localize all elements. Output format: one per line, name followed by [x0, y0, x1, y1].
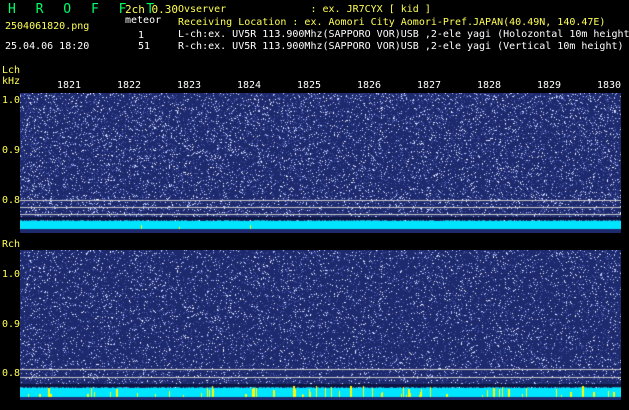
rch-spectrogram	[20, 250, 621, 400]
rch-ytick: 0.9	[2, 319, 21, 330]
time-tick: 1828	[477, 80, 502, 91]
time-tick: 1822	[117, 80, 142, 91]
time-tick: 1829	[537, 80, 562, 91]
lch-spectrogram-canvas	[20, 93, 621, 233]
lch-count: 1	[138, 30, 145, 41]
time-tick: 1821	[57, 80, 82, 91]
lch-channel-label: Lch	[2, 65, 21, 76]
lch-ytick: 1.0	[2, 95, 21, 106]
time-tick: 1827	[417, 80, 442, 91]
rch-ytick: 0.8	[2, 368, 21, 379]
lch-ytick: 0.9	[2, 145, 21, 156]
unit-label: kHz	[2, 76, 21, 87]
observer-info: Ovserver : ex. JR7CYX [ kid ]	[178, 4, 431, 15]
lch-ytick: 0.8	[2, 195, 21, 206]
time-tick: 1824	[237, 80, 262, 91]
rch-channel-label: Rch	[2, 239, 21, 250]
time-tick: 1830	[597, 80, 622, 91]
filename-label: 2504061820.png	[5, 21, 90, 32]
rch-ytick: 1.0	[2, 269, 21, 280]
time-tick: 1825	[297, 80, 322, 91]
datetime-label: 25.04.06 18:20	[5, 41, 90, 52]
rch-spectrogram-canvas	[20, 250, 621, 400]
time-tick: 1823	[177, 80, 202, 91]
lch-info: L-ch:ex. UV5R 113.900Mhz(SAPPORO VOR)USB…	[178, 29, 629, 40]
location-info: Receiving Location : ex. Aomori City Aom…	[178, 17, 606, 28]
time-tick: 1826	[357, 80, 382, 91]
rch-info: R-ch:ex. UV5R 113.900Mhz(SAPPORO VOR)USB…	[178, 41, 624, 52]
detection-label: meteor	[125, 15, 162, 26]
lch-spectrogram	[20, 93, 621, 233]
rch-count: 51	[138, 41, 151, 52]
mode-label: 2ch 0.30	[125, 3, 178, 16]
